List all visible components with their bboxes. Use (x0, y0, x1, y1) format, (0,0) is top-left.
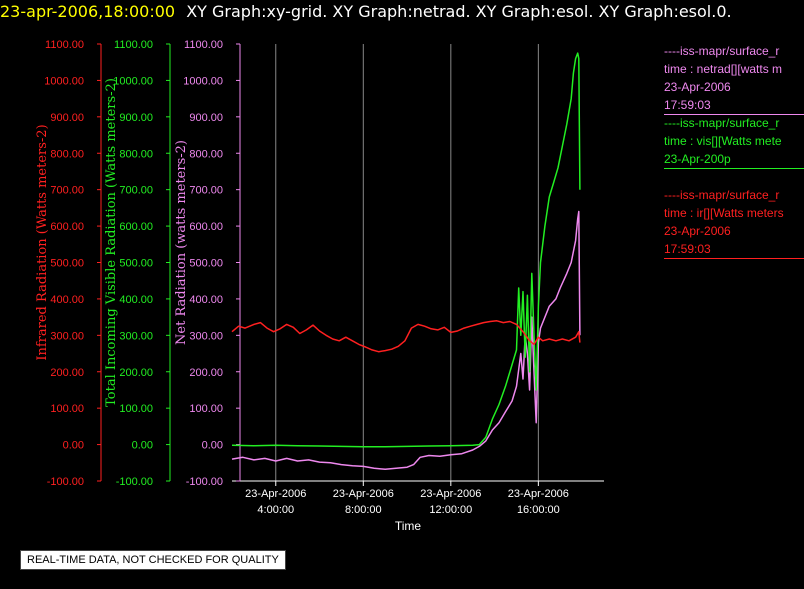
y-tick-label-vis: 500.00 (119, 258, 153, 270)
y-tick-label-ir: 800.00 (50, 148, 84, 160)
y-tick-label-ir: 1100.00 (45, 39, 84, 51)
y-tick-label-ir: 100.00 (50, 403, 84, 415)
x-tick-label-date: 23-Apr-2006 (333, 488, 394, 500)
y-tick-label-net: 300.00 (189, 330, 223, 342)
x-tick-label-date: 23-Apr-2006 (420, 488, 481, 500)
x-tick-label-date: 23-Apr-2006 (508, 488, 569, 500)
y-tick-label-vis: 1000.00 (113, 75, 153, 87)
y-axis-label-ir: Infrared Radiation (Watts meters-2) (35, 124, 50, 360)
y-tick-label-ir: 600.00 (50, 221, 84, 233)
legend-line: ----iss-mapr/surface_r (664, 44, 780, 58)
y-tick-label-net: 1000.00 (183, 75, 223, 87)
legend-entry: ----iss-mapr/surface_rtime : ir[][Watts … (664, 186, 804, 261)
y-tick-label-vis: 200.00 (119, 367, 153, 379)
y-tick-label-ir: 400.00 (50, 294, 84, 306)
legend-line: 23-Apr-200p (664, 152, 731, 166)
legend-separator (664, 168, 804, 169)
y-tick-label-net: 900.00 (189, 112, 223, 124)
y-axis-label-net: Net Radiation (watts meters-2) (174, 140, 189, 345)
y-tick-label-net: 200.00 (189, 367, 223, 379)
y-tick-label-ir: 0.00 (63, 440, 84, 452)
legend-separator (664, 258, 804, 259)
legend-entry: ----iss-mapr/surface_rtime : netrad[][wa… (664, 42, 804, 117)
x-tick-label-time: 12:00:00 (429, 504, 472, 516)
y-tick-label-vis: 0.00 (132, 440, 153, 452)
y-tick-label-net: 800.00 (189, 148, 223, 160)
x-tick-label-date: 23-Apr-2006 (245, 488, 306, 500)
x-tick-label-time: 8:00:00 (345, 504, 382, 516)
y-tick-label-vis: 400.00 (119, 294, 153, 306)
y-tick-label-net: 700.00 (189, 185, 223, 197)
y-tick-label-net: 100.00 (189, 403, 223, 415)
series-line-vis (231, 52, 581, 448)
y-tick-label-net: 1100.00 (184, 39, 223, 51)
y-tick-label-vis: 600.00 (119, 221, 153, 233)
y-tick-label-net: 500.00 (189, 258, 223, 270)
x-tick-label-time: 16:00:00 (517, 504, 560, 516)
y-tick-label-vis: 100.00 (119, 403, 153, 415)
y-tick-label-ir: 200.00 (50, 367, 84, 379)
y-tick-label-vis: 900.00 (119, 112, 153, 124)
y-tick-label-ir: 300.00 (50, 330, 84, 342)
y-tick-label-ir: 900.00 (50, 112, 84, 124)
y-tick-label-net: 600.00 (189, 221, 223, 233)
y-tick-label-vis: 1100.00 (114, 39, 153, 51)
y-tick-label-vis: 300.00 (119, 330, 153, 342)
y-tick-label-net: 400.00 (189, 294, 223, 306)
y-tick-label-ir: -100.00 (47, 476, 84, 488)
y-tick-label-vis: -100.00 (116, 476, 153, 488)
legend-line: 17:59:03 (664, 242, 711, 256)
x-tick-label-time: 4:00:00 (257, 504, 294, 516)
y-tick-label-ir: 1000.00 (44, 75, 84, 87)
legend-line: 23-Apr-2006 (664, 80, 731, 94)
legend-line: time : ir[][Watts meters (664, 206, 784, 220)
x-axis-label: Time (395, 519, 422, 533)
y-tick-label-ir: 500.00 (50, 258, 84, 270)
y-tick-label-vis: 700.00 (119, 185, 153, 197)
quality-notice: REAL-TIME DATA, NOT CHECKED FOR QUALITY (20, 550, 286, 570)
legend-line: ----iss-mapr/surface_r (664, 188, 780, 202)
series-line-net (231, 210, 581, 471)
legend-entry: ----iss-mapr/surface_rtime : vis[][Watts… (664, 114, 804, 171)
y-tick-label-net: -100.00 (186, 476, 223, 488)
legend-line: time : vis[][Watts mete (664, 134, 782, 148)
y-tick-label-ir: 700.00 (50, 185, 84, 197)
legend-line: 17:59:03 (664, 98, 711, 112)
y-axis-label-vis: Total Incoming Visible Radiation (Watts … (104, 78, 119, 407)
y-tick-label-vis: 800.00 (119, 148, 153, 160)
legend-line: time : netrad[][watts m (664, 62, 783, 76)
y-tick-label-net: 0.00 (202, 440, 223, 452)
legend-line: 23-Apr-2006 (664, 224, 731, 238)
legend-line: ----iss-mapr/surface_r (664, 116, 780, 130)
